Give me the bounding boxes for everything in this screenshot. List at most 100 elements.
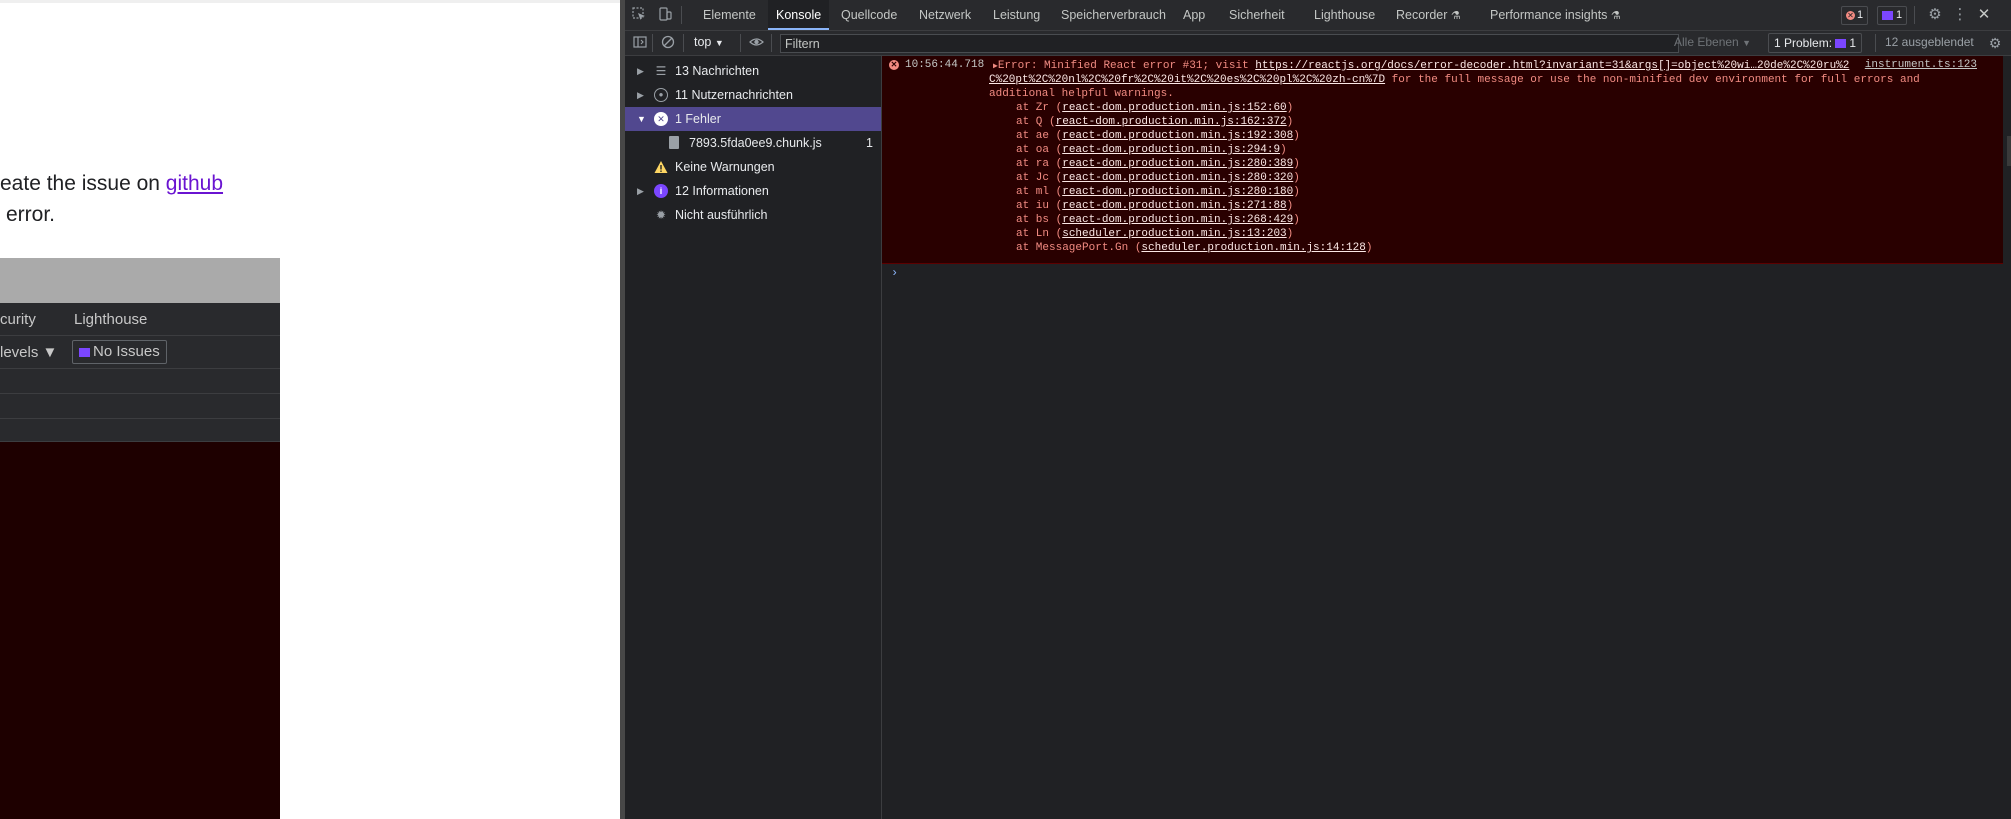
stack-location-link[interactable]: react-dom.production.min.js:280:180	[1062, 186, 1293, 198]
stack-location-link[interactable]: react-dom.production.min.js:268:429	[1062, 214, 1293, 226]
stack-location-link[interactable]: react-dom.production.min.js:294:9	[1062, 144, 1280, 156]
stack-frame: at Q (react-dom.production.min.js:162:37…	[1016, 116, 1294, 128]
toolbar-divider	[683, 34, 684, 52]
tab-lighthouse[interactable]: Lighthouse	[1314, 0, 1375, 30]
list-icon: ☰	[655, 64, 667, 78]
stack-frame: at Jc (react-dom.production.min.js:280:3…	[1016, 172, 1300, 184]
embedded-issues-label: No Issues	[93, 343, 160, 360]
collapse-arrow-icon[interactable]: ▼	[637, 107, 646, 131]
stack-location-link[interactable]: react-dom.production.min.js:280:389	[1062, 158, 1293, 170]
sidebar-item-info[interactable]: ▶ i 12 Informationen	[625, 179, 881, 203]
embedded-row	[0, 419, 280, 442]
error-count: 1	[1857, 9, 1864, 21]
log-levels-value: Alle Ebenen	[1674, 35, 1739, 49]
inspect-element-icon[interactable]	[631, 7, 647, 23]
tab-app[interactable]: App	[1183, 0, 1205, 30]
github-link[interactable]: github	[166, 172, 223, 195]
tab-leistung[interactable]: Leistung	[993, 0, 1040, 30]
sidebar-toggle-icon[interactable]	[632, 35, 648, 51]
error-decoder-link-continued[interactable]: C%20pt%2C%20nl%2C%20fr%2C%20it%2C%20es%2…	[989, 74, 1385, 86]
info-icon: i	[654, 184, 668, 198]
sidebar-item-verbose[interactable]: ✹ Nicht ausführlich	[625, 203, 881, 227]
warning-icon	[654, 160, 668, 174]
issue-count-badge[interactable]: 1	[1877, 6, 1908, 25]
stack-function: at ml	[1016, 186, 1050, 198]
dropdown-arrow-icon: ▼	[714, 38, 724, 48]
stack-frame: at Ln (scheduler.production.min.js:13:20…	[1016, 228, 1294, 240]
sidebar-item-warnings[interactable]: Keine Warnungen	[625, 155, 881, 179]
stack-location-link[interactable]: react-dom.production.min.js:271:88	[1062, 200, 1286, 212]
embedded-tab-lighthouse: Lighthouse	[74, 311, 148, 328]
error-icon: ✕	[654, 112, 668, 126]
toolbar-divider	[1875, 34, 1876, 52]
device-toolbar-icon[interactable]	[657, 7, 673, 23]
tab-performance-insights[interactable]: Performance insights ⚗	[1490, 0, 1621, 30]
toolbar-divider	[771, 34, 772, 52]
message-timestamp: 10:56:44.718	[905, 59, 985, 71]
context-select[interactable]: top ▼	[694, 35, 724, 49]
console-settings-gear-icon[interactable]: ⚙	[1987, 35, 2003, 51]
tab-speicherverbrauch[interactable]: Speicherverbrauch	[1061, 0, 1166, 30]
live-expression-eye-icon[interactable]	[748, 35, 764, 51]
stack-location-link[interactable]: scheduler.production.min.js:13:203	[1062, 228, 1286, 240]
issues-button-count: 1	[1849, 36, 1857, 50]
tab-recorder[interactable]: Recorder ⚗	[1396, 0, 1461, 30]
embedded-devtools-screenshot: curity Lighthouse levels ▼ No Issues	[0, 258, 280, 819]
sidebar-item-errors[interactable]: ▼ ✕ 1 Fehler	[625, 107, 881, 131]
filter-input[interactable]	[780, 34, 1679, 53]
expand-arrow-icon[interactable]: ▶	[637, 83, 644, 107]
more-options-icon[interactable]: ⋮	[1952, 7, 1968, 23]
embedded-toolbar: levels ▼ No Issues	[0, 336, 280, 369]
page-text-line-2: error.	[6, 203, 56, 226]
context-value: top	[694, 35, 712, 49]
issues-button[interactable]: 1 Problem: 1	[1768, 33, 1863, 53]
close-icon[interactable]: ✕	[1976, 7, 1992, 23]
flask-icon: ⚗	[1610, 10, 1621, 22]
embedded-tab-bar: curity Lighthouse	[0, 303, 280, 336]
tab-quellcode[interactable]: Quellcode	[841, 0, 897, 30]
tab-elemente[interactable]: Elemente	[703, 0, 756, 30]
embedded-row	[0, 369, 280, 394]
embedded-issues-button: No Issues	[72, 340, 167, 364]
console-error-message[interactable]: ✕ 10:56:44.718 ▶Error: Minified React er…	[882, 56, 2003, 264]
toolbar-divider	[652, 34, 653, 52]
stack-location-link[interactable]: react-dom.production.min.js:162:372	[1056, 116, 1287, 128]
issue-icon	[1835, 39, 1847, 49]
tab-sicherheit[interactable]: Sicherheit	[1229, 0, 1285, 30]
web-page: eate the issue on github error. curity L…	[0, 0, 620, 819]
console-prompt-icon[interactable]: ›	[891, 266, 898, 280]
stack-frame: at Zr (react-dom.production.min.js:152:6…	[1016, 102, 1294, 114]
error-decoder-link[interactable]: https://reactjs.org/docs/error-decoder.h…	[1255, 60, 1849, 72]
dropdown-arrow-icon: ▼	[1742, 38, 1751, 48]
stack-function: at Zr	[1016, 102, 1050, 114]
tab-recorder-label: Recorder	[1396, 8, 1448, 22]
stack-location-link[interactable]: react-dom.production.min.js:280:320	[1062, 172, 1293, 184]
sidebar-item-label: 12 Informationen	[675, 184, 769, 198]
expand-arrow-icon[interactable]: ▶	[637, 59, 644, 83]
sidebar-item-messages[interactable]: ▶ ☰ 13 Nachrichten	[625, 59, 881, 83]
stack-location-link[interactable]: react-dom.production.min.js:152:60	[1062, 102, 1286, 114]
bug-icon: ✹	[655, 208, 667, 222]
toolbar-divider	[740, 34, 741, 52]
scrollbar-marker[interactable]	[2007, 136, 2011, 166]
sidebar-item-file[interactable]: 7893.5fda0ee9.chunk.js 1	[625, 131, 881, 155]
flask-icon: ⚗	[1450, 10, 1461, 22]
issues-button-label: 1 Problem:	[1774, 36, 1833, 50]
message-source-link[interactable]: instrument.ts:123	[1865, 59, 1977, 71]
tab-konsole[interactable]: Konsole	[768, 0, 830, 30]
toolbar-divider	[681, 6, 682, 24]
embedded-levels-label: levels	[0, 344, 39, 361]
sidebar-item-user-messages[interactable]: ▶ ● 11 Nutzernachrichten	[625, 83, 881, 107]
clear-console-icon[interactable]	[660, 35, 676, 51]
error-message-line-2: C%20pt%2C%20nl%2C%20fr%2C%20it%2C%20es%2…	[989, 73, 1920, 87]
stack-location-link[interactable]: scheduler.production.min.js:14:128	[1141, 242, 1365, 254]
settings-gear-icon[interactable]: ⚙	[1927, 7, 1943, 23]
stack-frame: at MessagePort.Gn (scheduler.production.…	[1016, 242, 1373, 254]
tab-netzwerk[interactable]: Netzwerk	[919, 0, 971, 30]
stack-location-link[interactable]: react-dom.production.min.js:192:308	[1062, 130, 1293, 142]
log-levels-select[interactable]: Alle Ebenen ▼	[1674, 35, 1751, 49]
expand-arrow-icon[interactable]: ▶	[637, 179, 644, 203]
stack-function: at iu	[1016, 200, 1050, 212]
devtools-panel: Elemente Konsole Quellcode Netzwerk Leis…	[625, 0, 2011, 819]
error-count-badge[interactable]: ✕ 1	[1841, 6, 1869, 25]
